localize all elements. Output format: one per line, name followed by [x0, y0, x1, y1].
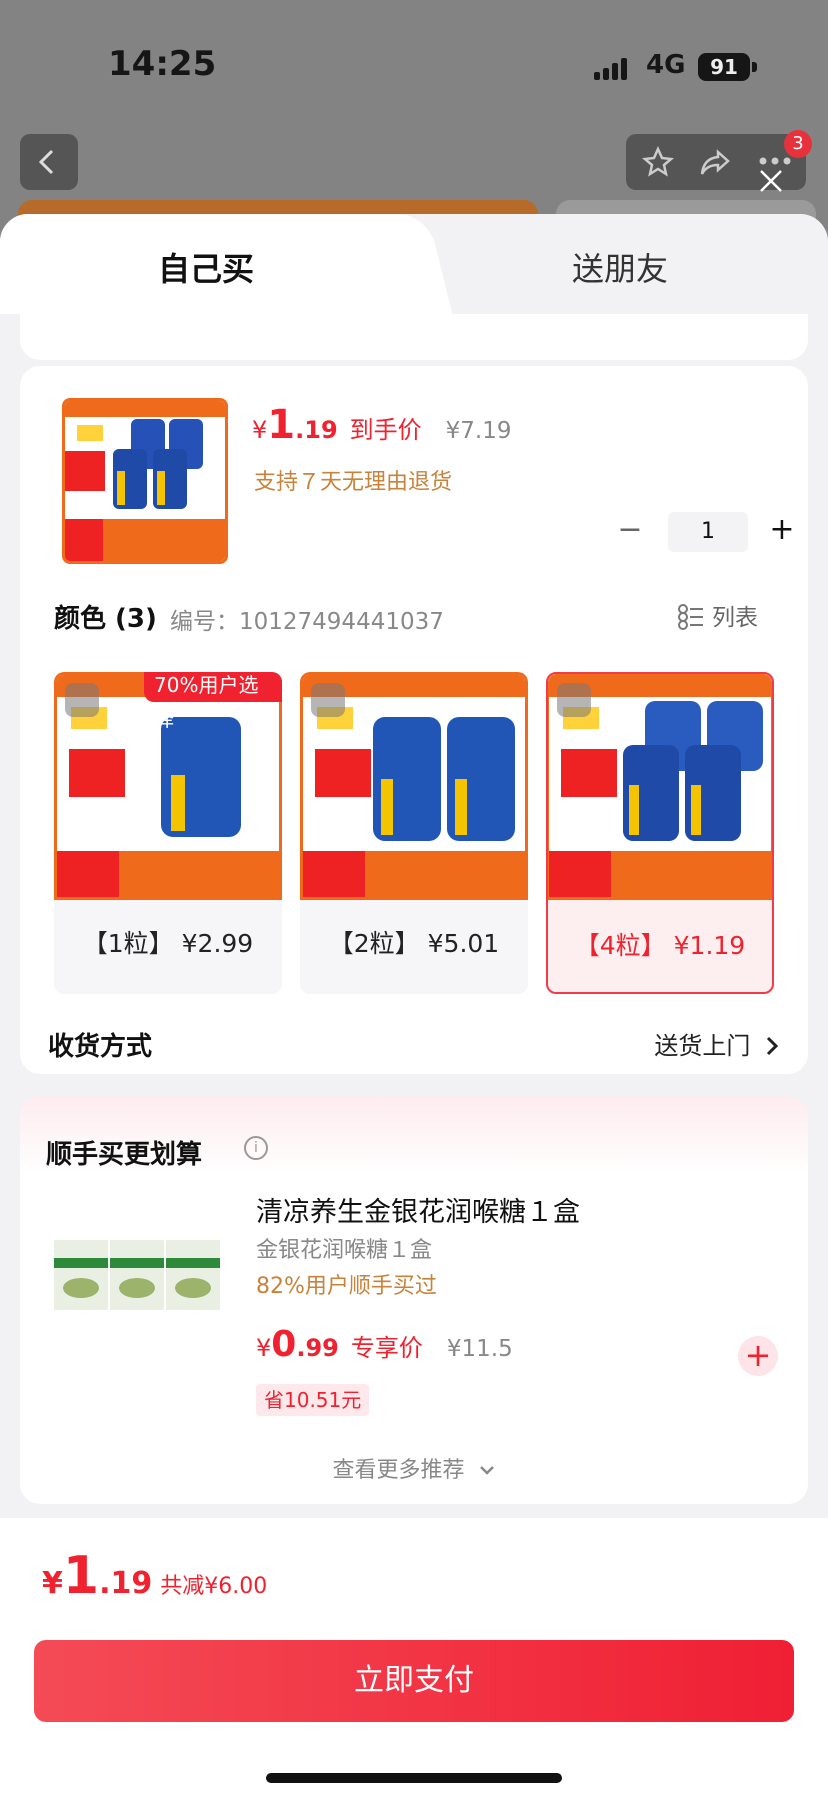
back-button[interactable] — [20, 134, 78, 190]
shipping-value: 送货上门 — [654, 1032, 751, 1060]
variant-label: 【2粒】 ¥5.01 — [328, 929, 500, 958]
recommend-thumbnail[interactable] — [46, 1188, 230, 1372]
recommend-savings: 省10.51元 — [256, 1384, 370, 1416]
variant-option-3[interactable]: 【4粒】 ¥1.19 — [546, 672, 774, 994]
see-more-label: 查看更多推荐 — [332, 1458, 465, 1483]
pay-now-button[interactable]: 立即支付 — [34, 1640, 794, 1722]
increase-button[interactable]: + — [762, 512, 802, 552]
candy-box-image — [54, 1240, 220, 1310]
recommend-original-price: ¥11.5 — [446, 1336, 513, 1362]
shipping-label: 收货方式 — [48, 1032, 153, 1062]
chevron-left-icon — [38, 149, 54, 175]
address-card-bottom — [20, 314, 808, 360]
recommend-currency: ¥ — [256, 1334, 272, 1362]
expand-icon[interactable] — [557, 683, 591, 717]
tab-gift-friend-label[interactable]: 送朋友 — [572, 244, 668, 290]
decrease-button[interactable]: − — [610, 512, 650, 552]
price-currency: ¥ — [252, 416, 268, 444]
variant-label: 【1粒】 ¥2.99 — [82, 929, 254, 958]
variant-label: 【4粒】 ¥1.19 — [574, 931, 746, 960]
expand-icon[interactable] — [311, 683, 345, 717]
price-row: ¥1.19 到手价 ¥7.19 — [252, 402, 512, 448]
recommendation-card: 顺手买更划算 i 清凉养生金银花润喉糖１盒 金银花润喉糖１盒 82%用户顺手买过… — [20, 1096, 808, 1504]
product-card: ¥1.19 到手价 ¥7.19 支持７天无理由退货 − 1 + 颜色 (3) 编号：… — [20, 366, 808, 1074]
tab-bar: 自己买 送朋友 — [0, 214, 828, 314]
recommend-price-tag: 专享价 — [350, 1334, 423, 1362]
total-currency: ¥ — [42, 1566, 63, 1601]
home-indicator — [266, 1773, 562, 1783]
product-thumbnail[interactable] — [62, 398, 228, 564]
shipping-method[interactable]: 送货上门 — [654, 1026, 780, 1061]
total-discount: 共减¥6.00 — [160, 1574, 268, 1599]
chevron-right-icon — [766, 1036, 779, 1056]
recommend-subtitle: 金银花润喉糖１盒 — [256, 1238, 433, 1263]
variant-option-1[interactable]: 70%用户选择 【1粒】 ¥2.99 — [54, 672, 282, 994]
recommendation-title: 顺手买更划算 — [46, 1140, 203, 1170]
close-icon[interactable] — [756, 166, 786, 196]
list-view-toggle[interactable]: 列表 — [678, 598, 758, 632]
price-decimal: .19 — [295, 416, 338, 444]
battery-pack-image — [65, 401, 225, 561]
battery-tip — [752, 62, 757, 72]
total-price: ¥1.19 共减¥6.00 — [42, 1546, 267, 1606]
recommend-name[interactable]: 清凉养生金银花润喉糖１盒 — [256, 1190, 580, 1229]
recommend-price-row: ¥0.99 专享价 ¥11.5 — [256, 1324, 513, 1365]
star-icon[interactable] — [642, 146, 674, 178]
price-integer: 1 — [267, 402, 296, 448]
tab-self-buy-label[interactable]: 自己买 — [158, 244, 254, 290]
recommend-price-integer: 0 — [271, 1324, 297, 1365]
recommend-price-decimal: .99 — [296, 1334, 339, 1362]
list-label: 列表 — [712, 605, 758, 631]
info-icon[interactable]: i — [244, 1136, 268, 1160]
list-icon — [678, 604, 703, 630]
total-integer: 1 — [62, 1546, 100, 1606]
more-icon[interactable] — [758, 156, 792, 166]
variant-image — [548, 674, 772, 900]
notification-badge: 3 — [784, 130, 812, 158]
total-decimal: .19 — [99, 1566, 153, 1601]
battery-icon: 91 — [698, 53, 750, 81]
see-more-recommendations[interactable]: 查看更多推荐 — [20, 1452, 808, 1484]
popular-badge: 70%用户选择 — [144, 672, 282, 731]
signal-icon — [594, 58, 628, 80]
checkout-footer: ¥1.19 共减¥6.00 立即支付 — [0, 1518, 828, 1801]
purchase-sheet: 自己买 送朋友 ¥1.19 到手价 ¥7.19 支持７天无理由退货 − 1 + … — [0, 214, 828, 1801]
return-policy: 支持７天无理由退货 — [254, 470, 453, 495]
price-tag: 到手价 — [349, 416, 422, 444]
expand-icon[interactable] — [65, 683, 99, 717]
dimmed-background: 14:25 4G 91 3 — [0, 0, 828, 230]
original-price: ¥7.19 — [445, 418, 512, 444]
item-code: 编号：10127494441037 — [170, 609, 444, 635]
quantity-value[interactable]: 1 — [668, 512, 748, 552]
status-time: 14:25 — [108, 44, 217, 84]
variant-image — [300, 672, 528, 900]
color-title: 颜色 (3) — [54, 604, 157, 634]
add-recommend-button[interactable]: + — [738, 1336, 778, 1376]
chevron-down-icon — [479, 1466, 494, 1475]
recommend-popularity: 82%用户顺手买过 — [256, 1274, 437, 1299]
network-label: 4G — [646, 50, 686, 80]
variant-option-2[interactable]: 【2粒】 ¥5.01 — [300, 672, 528, 994]
variant-list: 70%用户选择 【1粒】 ¥2.99 【2粒】 ¥5.01 【4粒】 ¥1.19 — [54, 672, 774, 994]
share-icon[interactable] — [698, 146, 732, 178]
